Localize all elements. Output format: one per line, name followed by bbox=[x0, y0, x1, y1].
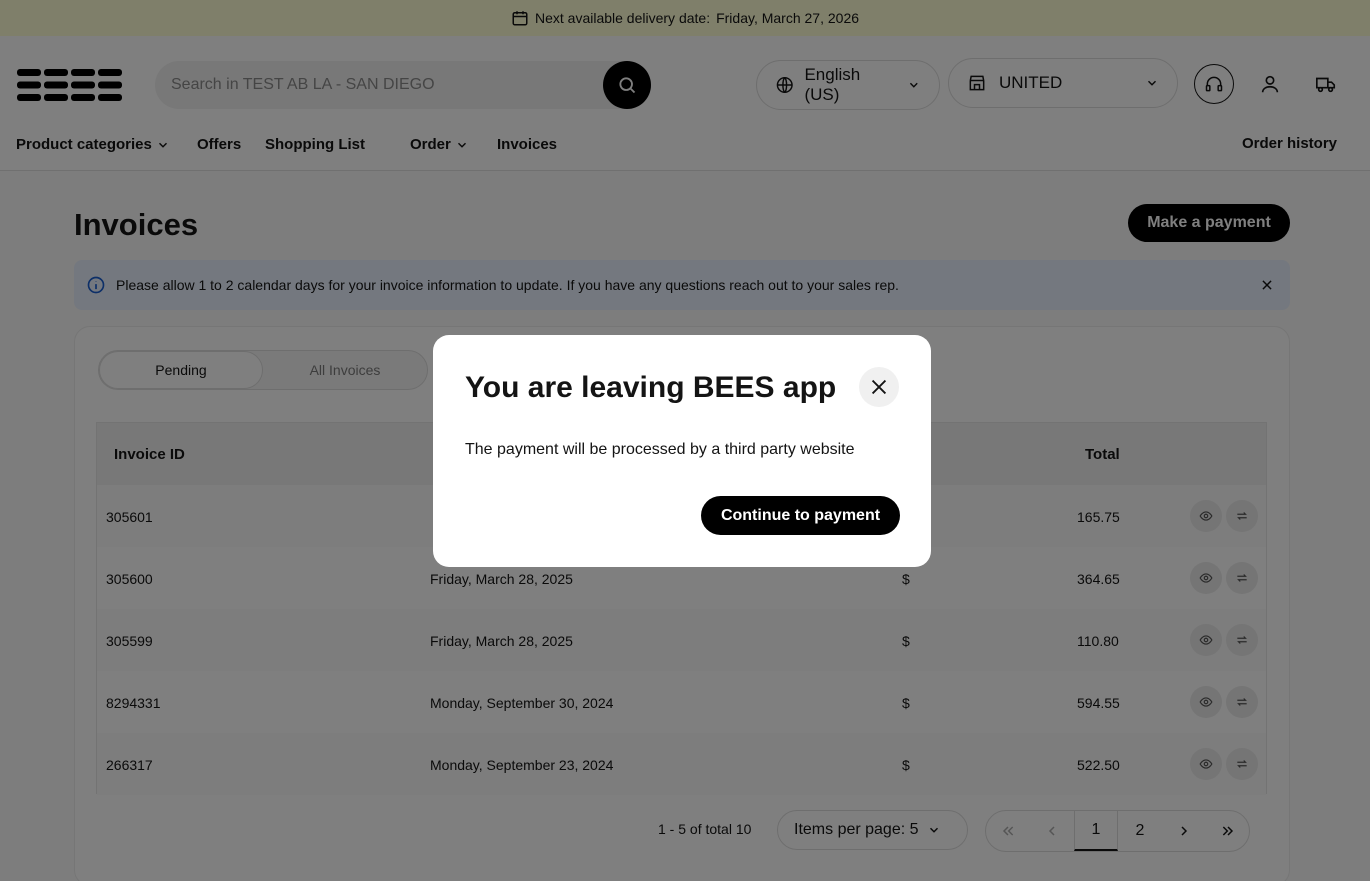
modal-body: The payment will be processed by a third… bbox=[465, 441, 855, 458]
modal-close-button[interactable] bbox=[859, 367, 899, 407]
modal-title: You are leaving BEES app bbox=[465, 371, 837, 404]
leaving-app-modal: You are leaving BEES app The payment wil… bbox=[433, 335, 931, 567]
close-icon bbox=[871, 379, 887, 395]
continue-to-payment-button[interactable]: Continue to payment bbox=[701, 496, 900, 535]
